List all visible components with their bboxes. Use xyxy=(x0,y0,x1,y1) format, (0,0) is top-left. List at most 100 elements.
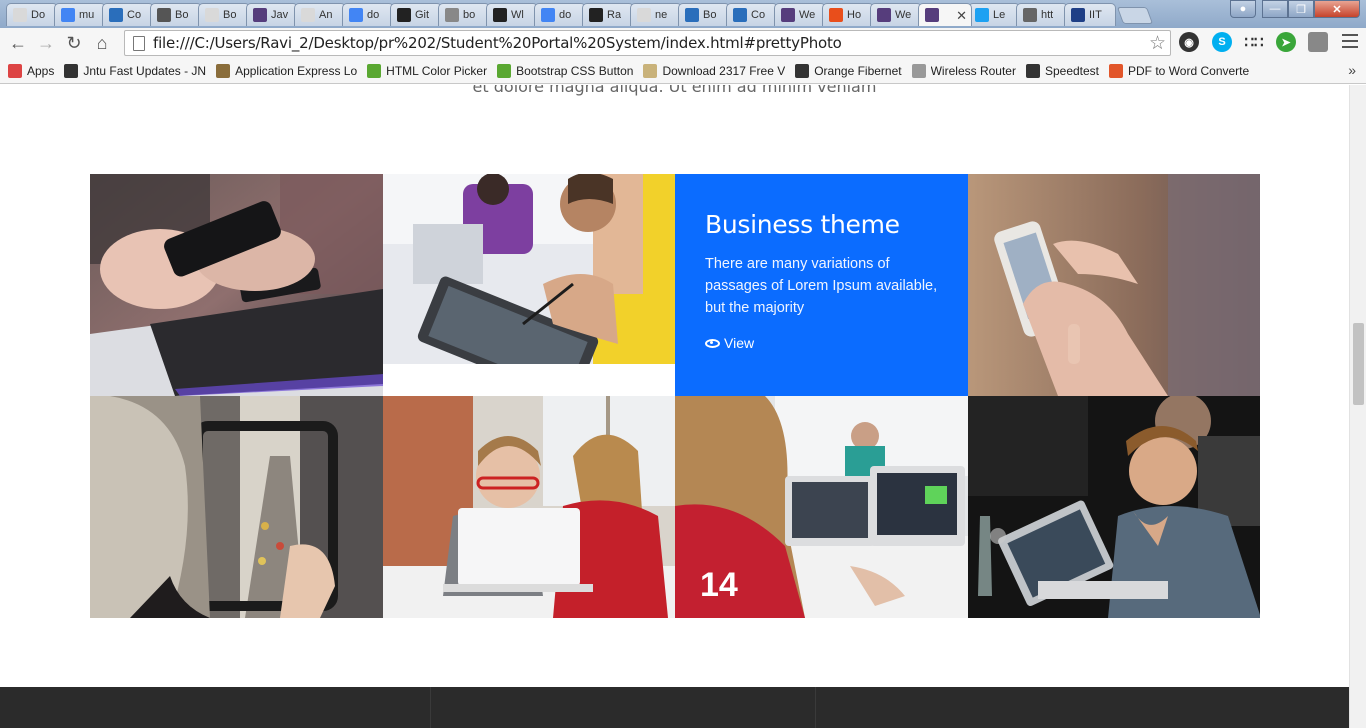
maximize-button[interactable]: ❐ xyxy=(1288,0,1314,18)
portfolio-item-hand-phone[interactable] xyxy=(967,174,1260,396)
browser-tab[interactable]: do xyxy=(534,3,586,26)
tab-title: Co xyxy=(127,9,142,21)
bookmark-item[interactable]: Download 2317 Free V xyxy=(643,63,785,78)
browser-tab[interactable]: We xyxy=(870,3,922,26)
tab-title: An xyxy=(319,9,333,21)
browser-tab[interactable]: We xyxy=(774,3,826,26)
bookmark-item[interactable]: Orange Fibernet xyxy=(795,63,902,78)
browser-tab[interactable]: Bo xyxy=(198,3,250,26)
doc-icon xyxy=(205,8,219,22)
browser-tab[interactable]: Git xyxy=(390,3,442,26)
close-window-button[interactable]: ✕ xyxy=(1314,0,1360,18)
page-scrollbar[interactable] xyxy=(1349,85,1366,728)
github-icon xyxy=(493,8,507,22)
bootstrap-icon xyxy=(157,8,171,22)
doc-icon xyxy=(301,8,315,22)
photo-man-laptop xyxy=(967,396,1260,618)
minimize-button[interactable]: — xyxy=(1262,0,1288,18)
url-text[interactable]: file:///C:/Users/Ravi_2/Desktop/pr%202/S… xyxy=(153,34,842,52)
photo-drawing-tablet xyxy=(382,174,675,396)
extension-arrow-icon[interactable]: ➤ xyxy=(1276,32,1296,52)
extension-shield-icon[interactable]: ◉ xyxy=(1179,32,1199,52)
portfolio-item-city-phone[interactable] xyxy=(90,396,383,618)
bookmark-label: HTML Color Picker xyxy=(386,63,488,78)
browser-tab[interactable]: Bo xyxy=(150,3,202,26)
portfolio-item-phone-tablet[interactable] xyxy=(90,174,383,396)
photo-city-phone xyxy=(90,396,383,618)
bootstrap-icon xyxy=(253,8,267,22)
tab-title: htt xyxy=(1041,9,1054,21)
bookmark-item[interactable]: Apps xyxy=(8,63,54,78)
bookmark-item[interactable]: PDF to Word Converte xyxy=(1109,63,1250,78)
profile-icon[interactable]: ● xyxy=(1230,0,1256,18)
browser-tab[interactable]: Wl xyxy=(486,3,538,26)
wifi-icon xyxy=(1023,8,1037,22)
bookmark-item[interactable]: HTML Color Picker xyxy=(367,63,488,78)
browser-tab[interactable]: htt xyxy=(1016,3,1068,26)
home-icon[interactable]: ⌂ xyxy=(88,29,116,57)
portfolio-item-drawing-tablet[interactable] xyxy=(382,174,675,396)
forward-arrow-icon[interactable]: → xyxy=(32,29,60,57)
photo-hand-phone xyxy=(967,174,1260,396)
skype-icon[interactable]: S xyxy=(1212,32,1232,52)
tab-title: Le xyxy=(993,9,1006,21)
back-arrow-icon[interactable]: ← xyxy=(4,29,32,57)
browser-tab[interactable]: Ra xyxy=(582,3,634,26)
browser-toolbar: ← → ↻ ⌂ file:///C:/Users/Ravi_2/Desktop/… xyxy=(0,28,1366,58)
apps-grid-icon[interactable]: ∷∷ xyxy=(1244,32,1264,52)
bookmarks-overflow-icon[interactable]: » xyxy=(1348,62,1356,78)
browser-tab[interactable]: An xyxy=(294,3,346,26)
portfolio-item-business-theme[interactable]: Business theme There are many variations… xyxy=(675,174,968,396)
photo-phone-tablet xyxy=(90,174,383,396)
bookmark-label: Application Express Lo xyxy=(235,63,358,78)
bookmark-item[interactable]: Speedtest xyxy=(1025,63,1099,78)
browser-tab[interactable]: ne xyxy=(630,3,682,26)
tab-close-icon[interactable]: ✕ xyxy=(956,8,967,24)
tab-title: Wl xyxy=(511,9,524,21)
browser-tab[interactable]: bo xyxy=(438,3,490,26)
browser-tab[interactable]: Le xyxy=(968,3,1020,26)
browser-tab[interactable]: Co xyxy=(102,3,154,26)
browser-tab[interactable]: Co xyxy=(726,3,778,26)
doc-icon xyxy=(13,8,27,22)
tab-title: We xyxy=(895,9,912,21)
page-viewport: et dolore magna aliqua. Ut enim ad minim… xyxy=(0,85,1349,728)
portfolio-gallery: Business theme There are many variations… xyxy=(90,174,1260,618)
browser-tab[interactable]: ✕ xyxy=(918,3,972,26)
address-bar[interactable]: file:///C:/Users/Ravi_2/Desktop/pr%202/S… xyxy=(124,30,1171,56)
tab-title: Ra xyxy=(607,9,622,21)
menu-icon[interactable] xyxy=(1342,34,1358,52)
pdf-icon xyxy=(1109,63,1124,78)
bookmark-star-icon[interactable]: ☆ xyxy=(1149,32,1166,55)
browser-tab[interactable]: Do xyxy=(6,3,58,26)
bookmark-item[interactable]: Bootstrap CSS Button xyxy=(497,63,633,78)
view-link[interactable]: View xyxy=(705,335,938,351)
reload-icon[interactable]: ↻ xyxy=(60,29,88,57)
bookmark-label: PDF to Word Converte xyxy=(1128,63,1250,78)
bookmark-item[interactable]: Application Express Lo xyxy=(216,63,358,78)
browser-tab[interactable]: Ho xyxy=(822,3,874,26)
new-tab-button[interactable] xyxy=(1116,7,1154,24)
tab-title: do xyxy=(559,9,572,21)
browser-tab[interactable]: mu xyxy=(54,3,106,26)
portfolio-item-man-laptop[interactable] xyxy=(967,396,1260,618)
code-icon xyxy=(109,8,123,22)
bookmark-item[interactable]: Jntu Fast Updates - JN xyxy=(64,63,206,78)
portfolio-item-boy-laptop[interactable]: 14 xyxy=(675,396,968,618)
browser-tab[interactable]: Jav xyxy=(246,3,298,26)
bookmark-item[interactable]: Wireless Router xyxy=(911,63,1016,78)
tab-title: Ho xyxy=(847,9,862,21)
browser-tab[interactable]: do xyxy=(342,3,394,26)
footer-divider xyxy=(430,687,431,728)
github-icon xyxy=(589,8,603,22)
browser-tab[interactable]: IIT xyxy=(1064,3,1116,26)
browser-tab[interactable]: Bo xyxy=(678,3,730,26)
wifi-icon xyxy=(795,63,810,78)
extension-square-icon[interactable] xyxy=(1308,32,1328,52)
portfolio-item-kids-laptop[interactable] xyxy=(382,396,675,618)
tab-title: Co xyxy=(751,9,766,21)
doc-icon xyxy=(637,8,651,22)
section-intro-text: et dolore magna aliqua. Ut enim ad minim… xyxy=(472,85,877,96)
scrollbar-thumb[interactable] xyxy=(1353,323,1364,405)
graduation-cap-icon xyxy=(64,63,79,78)
